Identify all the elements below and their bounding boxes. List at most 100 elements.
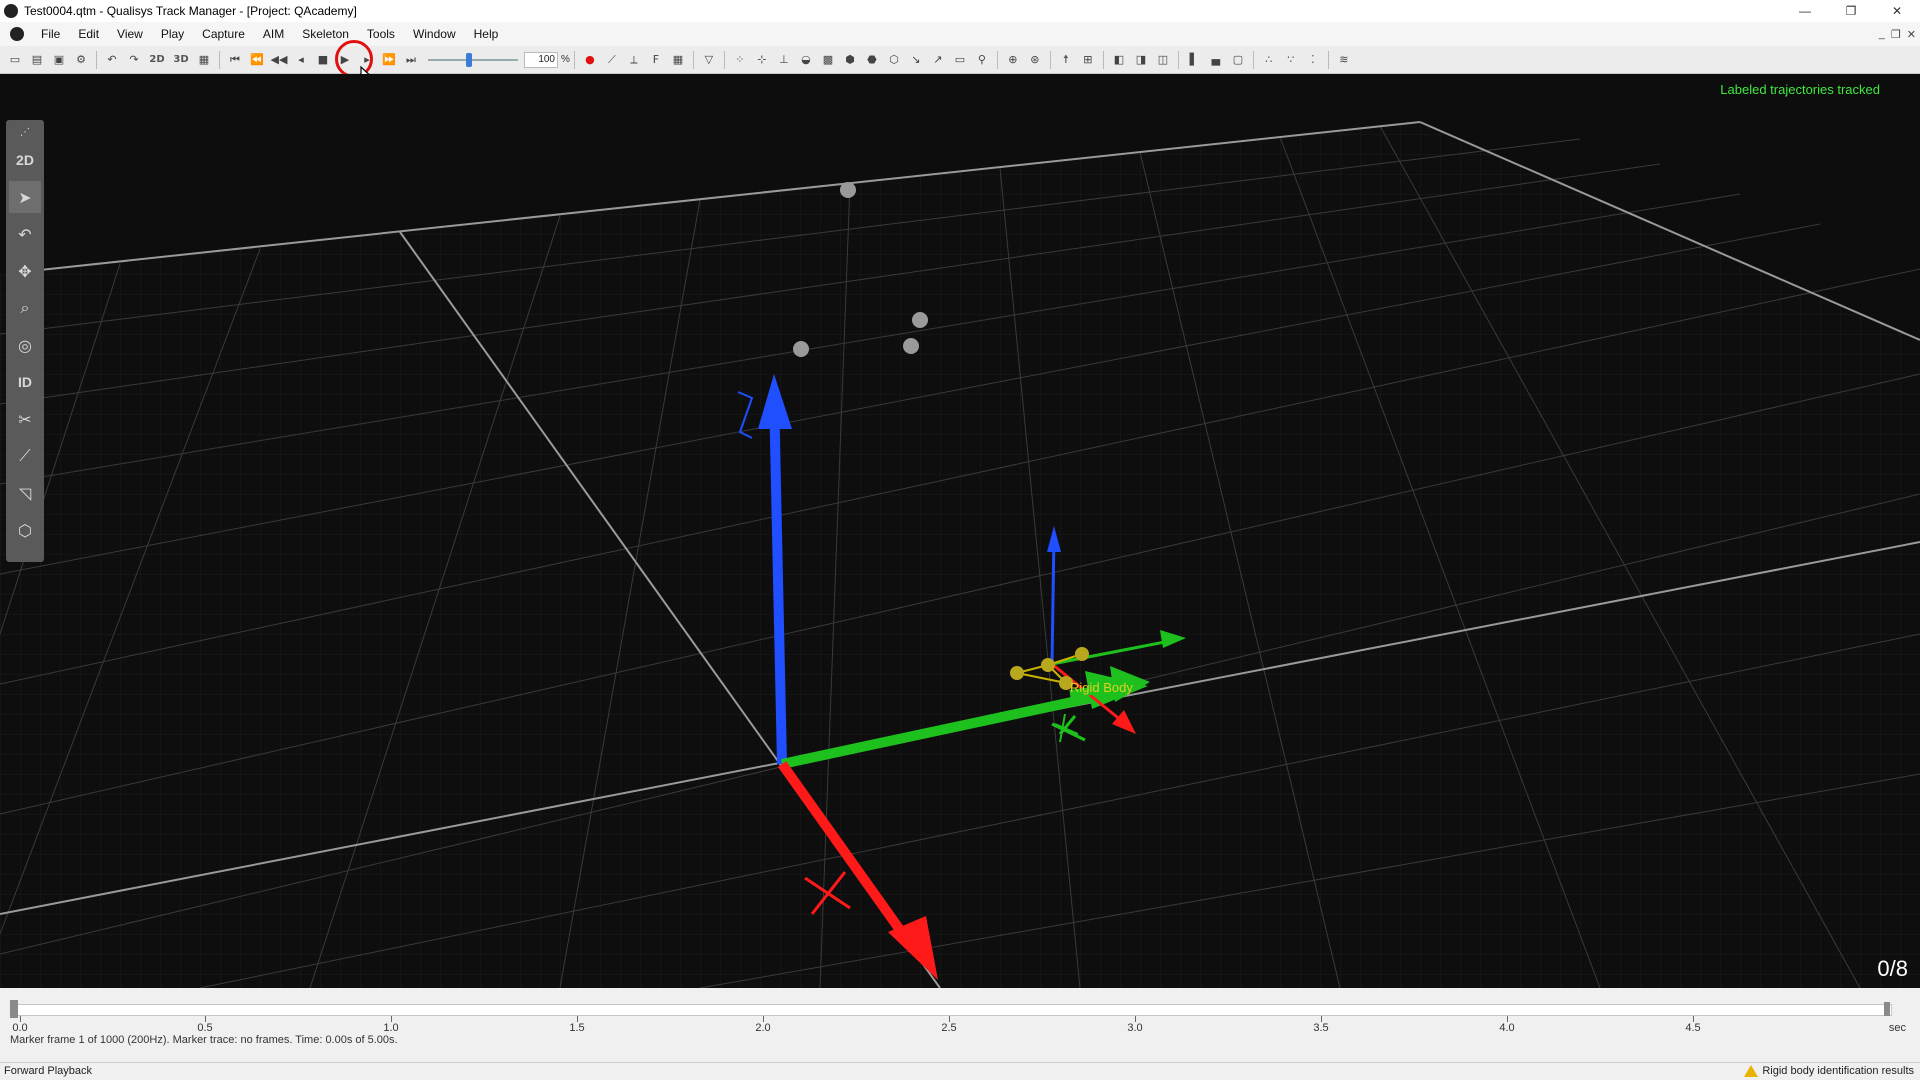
close-button[interactable]: ✕ [1874,0,1920,22]
doc-minimize-button[interactable]: _ [1879,28,1885,40]
marker-icon[interactable]: ⁘ [731,51,749,69]
timeline: 0.0 0.5 1.0 1.5 2.0 2.5 3.0 3.5 4.0 4.5 … [0,988,1920,1058]
grid-icon[interactable]: ▦ [669,51,687,69]
timeline-end-handle[interactable] [1884,1002,1890,1016]
settings-icon[interactable]: ⚙ [72,51,90,69]
camera-icon[interactable]: ▭ [951,51,969,69]
timeline-tick-label: 3.0 [1127,1022,1143,1034]
menu-view[interactable]: View [108,27,152,41]
wand-icon[interactable]: ↘ [907,51,925,69]
camera-view-icon[interactable]: ◒ [797,51,815,69]
zoom-tool-icon[interactable]: ⌕ [9,292,41,324]
rigid-body-marker [1010,666,1024,680]
menu-skeleton[interactable]: Skeleton [293,27,358,41]
video-view-icon[interactable]: ▦ [195,51,213,69]
axis-icon[interactable]: ⊥ [775,51,793,69]
rigid-body-marker [1041,658,1055,672]
trajectory-tool-icon[interactable]: ⟋ [603,51,621,69]
play-backward-icon[interactable]: ◀◀ [270,51,288,69]
panel-bottom-icon[interactable]: ▄ [1207,51,1225,69]
go-to-start-icon[interactable]: ⏮ [226,51,244,69]
main-toolbar: ▭ ▤ ▣ ⚙ ↶ ↷ 2D 3D ▦ ⏮ ⏪ ◀◀ ◂ ■ ▶ ▸ ⏩ ⏭ 1… [0,46,1920,74]
identify-tool-button[interactable]: ID [9,366,41,398]
menu-tools[interactable]: Tools [358,27,404,41]
slider-thumb[interactable] [466,52,472,67]
menu-help[interactable]: Help [465,27,508,41]
unlabeled-marker [903,338,919,354]
step-back-icon[interactable]: ◂ [292,51,310,69]
marker-trace-icon[interactable]: ↗ [929,51,947,69]
separator [996,50,998,69]
bone-tool-icon[interactable]: ⟂ [625,51,643,69]
window-layout-2-icon[interactable]: ◨ [1132,51,1150,69]
separator [96,50,97,69]
markers-small-icon[interactable]: ∵ [1282,51,1300,69]
cut-trajectory-icon[interactable]: ✂ [9,403,41,435]
palette-grip-icon[interactable]: ⋰ [9,125,41,139]
label-icon[interactable]: ⊹ [753,51,771,69]
save-icon[interactable]: ▣ [50,51,68,69]
menu-edit[interactable]: Edit [69,27,108,41]
rigid-body-icon[interactable]: ⬣ [863,51,881,69]
record-icon[interactable]: ● [581,51,599,69]
rigid-body-results-text: Rigid body identification results [1762,1065,1914,1077]
analog-icon[interactable]: ⊞ [1079,51,1097,69]
doc-restore-button[interactable]: ❐ [1891,28,1901,41]
window-layout-1-icon[interactable]: ◧ [1110,51,1128,69]
menu-file[interactable]: File [32,27,69,41]
timeline-track[interactable] [16,1004,1892,1016]
doc-close-button[interactable]: ✕ [1907,28,1916,41]
person-icon[interactable]: ☨ [1057,51,1075,69]
translate-tool-icon[interactable]: ✥ [9,255,41,287]
gap-fill-icon[interactable]: ◹ [9,477,41,509]
force-icon[interactable]: F [647,51,665,69]
stop-icon[interactable]: ■ [314,51,332,69]
switch-to-2d-button[interactable]: 2D [9,144,41,176]
view-3d-button[interactable]: 3D [171,51,191,69]
playback-speed-slider[interactable] [428,51,518,69]
menu-play[interactable]: Play [152,27,193,41]
window-title: Test0004.qtm - Qualisys Track Manager - … [24,4,357,18]
select-tool-icon[interactable]: ➤ [9,181,41,213]
create-bone-icon[interactable]: ⟋ [9,440,41,472]
menu-window[interactable]: Window [404,27,465,41]
view-2d-button[interactable]: 2D [147,51,167,69]
timeline-tick-label: 1.5 [569,1022,585,1034]
markers-labels-icon[interactable]: ⁚ [1304,51,1322,69]
skeleton-icon[interactable]: ⚲ [973,51,991,69]
panel-left-icon[interactable]: ▌ [1185,51,1203,69]
filter-icon[interactable]: ▽ [700,51,718,69]
view-tools-palette: ⋰ 2D ➤ ↶ ✥ ⌕ ◎ ID ✂ ⟋ ◹ ⬡ [6,120,44,562]
3d-viewport[interactable]: Rigid Body Labeled trajectories tracked … [0,74,1920,988]
undo-icon[interactable]: ↶ [103,51,121,69]
timeline-tick-label: 1.0 [383,1022,399,1034]
go-to-end-icon[interactable]: ⏭ [402,51,420,69]
box-icon[interactable]: ⬡ [885,51,903,69]
slider-track [428,58,518,61]
panel-full-icon[interactable]: ▢ [1229,51,1247,69]
new-file-icon[interactable]: ▭ [6,51,24,69]
minimize-button[interactable]: — [1782,0,1828,22]
plot-icon[interactable]: ≋ [1335,51,1353,69]
open-folder-icon[interactable]: ▤ [28,51,46,69]
volume-view-icon[interactable]: ⬡ [9,514,41,546]
menu-aim[interactable]: AIM [254,27,293,41]
timeline-start-handle[interactable] [10,1000,18,1018]
window-layout-3-icon[interactable]: ◫ [1154,51,1172,69]
separator [1327,50,1329,69]
rotate-tool-icon[interactable]: ↶ [9,218,41,250]
maximize-button[interactable]: ❐ [1828,0,1874,22]
rigid-body-results-link[interactable]: Rigid body identification results [1744,1065,1914,1077]
floor-grid-icon[interactable]: ▩ [819,51,837,69]
fast-forward-icon[interactable]: ⏩ [380,51,398,69]
center-icon[interactable]: ⊛ [1026,51,1044,69]
menu-capture[interactable]: Capture [193,27,254,41]
center-trajectory-icon[interactable]: ◎ [9,329,41,361]
redo-icon[interactable]: ↷ [125,51,143,69]
markers-visible-icon[interactable]: ∴ [1260,51,1278,69]
rewind-icon[interactable]: ⏪ [248,51,266,69]
playback-speed-value[interactable]: 100 [524,51,558,68]
frame-counter: 0/8 [1877,956,1908,981]
volume-icon[interactable]: ⬢ [841,51,859,69]
target-icon[interactable]: ⊕ [1004,51,1022,69]
